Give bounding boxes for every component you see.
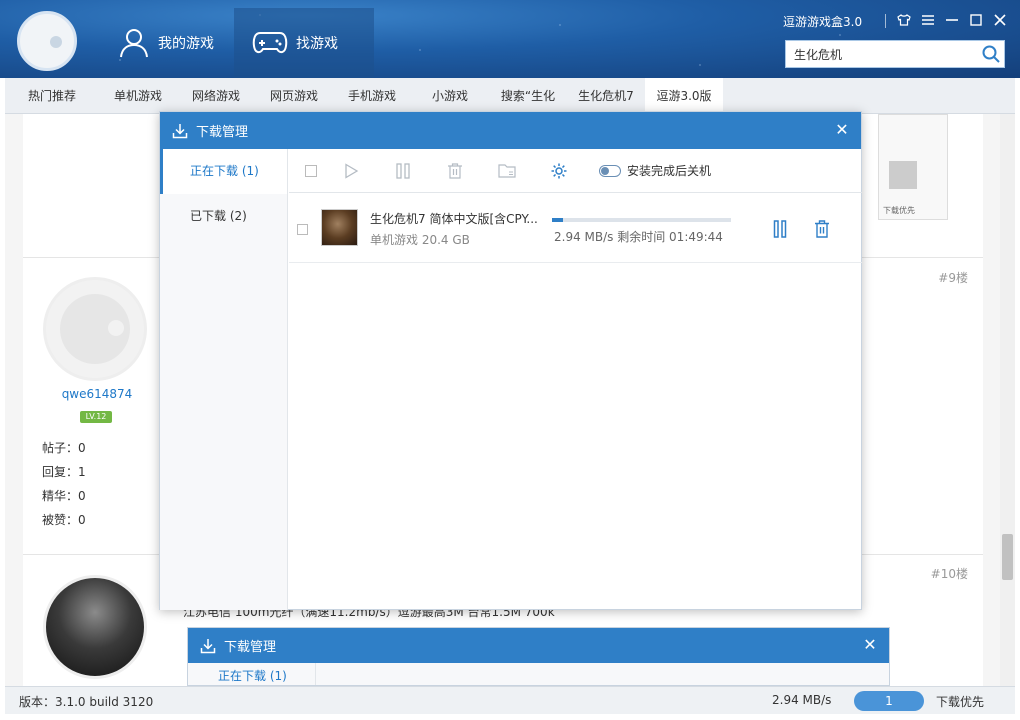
- play-icon[interactable]: [325, 157, 377, 185]
- row-trash-icon[interactable]: [811, 218, 833, 240]
- dialog-sidebar: 正在下载 (1) 已下载 (2): [160, 149, 288, 610]
- sidebar-item-downloading[interactable]: 正在下载 (1): [218, 667, 287, 684]
- app-header: 我的游戏 找游戏 逗游游戏盒3.0: [0, 0, 1020, 78]
- sidebar-item-downloaded[interactable]: 已下载 (2): [160, 194, 287, 239]
- window-controls: [879, 10, 1012, 30]
- floor-number: #10楼: [930, 567, 968, 581]
- close-icon[interactable]: [988, 10, 1012, 30]
- tab-hot[interactable]: 热门推荐: [5, 78, 99, 114]
- download-progress-bar: [552, 218, 731, 222]
- scrollbar-thumb[interactable]: [1002, 534, 1013, 580]
- shutdown-toggle[interactable]: 安装完成后关机: [599, 162, 711, 179]
- stat-posts: 帖子：0: [42, 441, 86, 455]
- stat-essence: 精华：0: [42, 489, 86, 503]
- search-box: [785, 40, 1005, 68]
- dialog-body-partial: 正在下载 (1): [188, 663, 889, 685]
- user-icon: [120, 29, 148, 58]
- dialog-title: 下载管理: [224, 640, 277, 655]
- tab-single[interactable]: 单机游戏: [99, 78, 177, 114]
- tab-web[interactable]: 网页游戏: [255, 78, 333, 114]
- nav-find-games[interactable]: 找游戏: [234, 8, 374, 78]
- app-logo[interactable]: [17, 11, 77, 71]
- status-bar: 版本：3.1.0 build 3120 2.94 MB/s 1 下载优先: [5, 686, 1015, 714]
- download-manager-dialog: 下载管理 ✕ 正在下载 (1) 已下载 (2) 安装完成后关机 生化危机7 简体…: [159, 111, 862, 610]
- skin-shirt-icon[interactable]: [892, 10, 916, 30]
- tab-resident-evil[interactable]: 生化危机7: [567, 78, 645, 114]
- gamepad-icon: [252, 32, 288, 54]
- dialog-close-icon[interactable]: ✕: [833, 120, 851, 139]
- dialog-titlebar[interactable]: 下载管理: [188, 628, 889, 663]
- tab-online[interactable]: 网络游戏: [177, 78, 255, 114]
- pause-icon[interactable]: [377, 157, 429, 185]
- download-count-badge[interactable]: 1: [854, 691, 924, 711]
- avatar[interactable]: [43, 277, 147, 381]
- dialog-titlebar[interactable]: 下载管理: [160, 112, 861, 149]
- row-checkbox[interactable]: [297, 224, 308, 235]
- category-tabs: 热门推荐 单机游戏 网络游戏 网页游戏 手机游戏 小游戏 搜索“生化 生化危机7…: [5, 78, 1015, 114]
- nav-my-games[interactable]: 我的游戏: [108, 8, 233, 78]
- tab-search[interactable]: 搜索“生化: [489, 78, 567, 114]
- sidebar-item-downloading[interactable]: 正在下载 (1): [160, 149, 287, 194]
- tab-mobile[interactable]: 手机游戏: [333, 78, 411, 114]
- download-row: 生化危机7 简体中文版[含CPY... 单机游戏 20.4 GB 2.94 MB…: [289, 194, 862, 263]
- download-manager-dialog-2: 下载管理 ✕ 正在下载 (1): [187, 627, 890, 686]
- stat-likes: 被赞：0: [42, 513, 86, 527]
- app-title: 逗游游戏盒3.0: [783, 15, 863, 29]
- download-priority-link[interactable]: 下载优先: [936, 693, 984, 710]
- download-speed: 2.94 MB/s 剩余时间 01:49:44: [554, 230, 723, 244]
- version-text: 版本：3.1.0 build 3120: [19, 695, 154, 709]
- minimize-icon[interactable]: [940, 10, 964, 30]
- progress-fill: [552, 218, 563, 222]
- row-pause-icon[interactable]: [769, 218, 791, 240]
- toggle-switch[interactable]: [599, 164, 621, 177]
- select-all-checkbox[interactable]: [297, 157, 325, 185]
- download-icon: [172, 123, 188, 138]
- status-speed: 2.94 MB/s: [772, 693, 832, 707]
- download-list-panel: 安装完成后关机 生化危机7 简体中文版[含CPY... 单机游戏 20.4 GB…: [289, 149, 862, 610]
- trash-icon[interactable]: [429, 157, 481, 185]
- tab-douyou[interactable]: 逗游3.0版: [645, 78, 723, 114]
- scroll-top-button[interactable]: [889, 161, 917, 189]
- tab-mini[interactable]: 小游戏: [411, 78, 489, 114]
- search-input[interactable]: [786, 41, 976, 67]
- search-icon[interactable]: [982, 45, 1000, 66]
- nav-my-games-label: 我的游戏: [158, 36, 214, 52]
- maximize-icon[interactable]: [964, 10, 988, 30]
- game-thumbnail: [321, 209, 358, 246]
- game-title: 生化危机7 简体中文版[含CPY...: [370, 212, 538, 226]
- avatar[interactable]: [43, 575, 147, 679]
- dialog-title: 下载管理: [196, 125, 249, 140]
- username-link[interactable]: qwe614874: [45, 387, 149, 401]
- game-meta: 单机游戏 20.4 GB: [370, 233, 470, 247]
- download-icon: [200, 638, 216, 653]
- shutdown-toggle-label: 安装完成后关机: [627, 164, 712, 178]
- floor-number: #9楼: [938, 271, 968, 285]
- download-toolbar: 安装完成后关机: [289, 149, 862, 193]
- nav-find-games-label: 找游戏: [296, 36, 338, 52]
- page-scrollbar[interactable]: [1000, 114, 1015, 686]
- folder-icon[interactable]: [481, 157, 533, 185]
- side-widget-label: 下载优先: [883, 206, 915, 215]
- menu-icon[interactable]: [916, 10, 940, 30]
- settings-gear-icon[interactable]: [533, 157, 585, 185]
- dialog-close-icon[interactable]: ✕: [861, 635, 879, 654]
- side-widget: 下载优先: [878, 114, 948, 220]
- level-badge: LV.12: [80, 411, 112, 423]
- stat-replies: 回复：1: [42, 465, 86, 479]
